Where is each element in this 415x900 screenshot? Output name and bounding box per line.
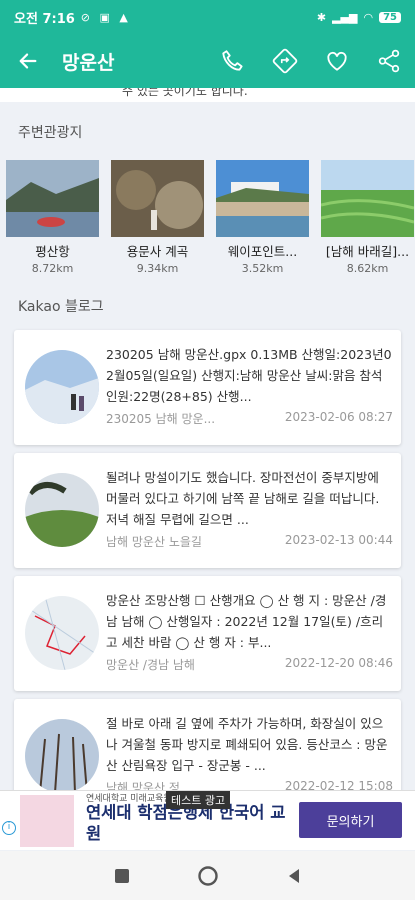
blog-post-card[interactable]: 망운산 조망산행 ☐ 산행개요 ◯ 산 행 지 : 망운산 /경남 남해 ◯ 산… (14, 576, 401, 691)
blog-post-card[interactable]: 230205 남해 망운산.gpx 0.13MB 산행일:2023년02월05일… (14, 330, 401, 445)
share-button[interactable] (363, 34, 415, 88)
blog-post-meta: 망운산 /경남 남해 2022-12-20 08:46 (106, 656, 393, 673)
place-name: [남해 바래길]... (325, 244, 410, 259)
place-name: 웨이포인트... (227, 244, 298, 259)
place-thumbnail (321, 160, 414, 237)
status-right: ✱ ▂▄▆ ◠ 75 (317, 11, 401, 24)
home-icon[interactable] (197, 865, 219, 887)
directions-icon (272, 48, 298, 74)
place-distance: 8.72km (31, 262, 74, 275)
share-icon (378, 49, 400, 73)
heart-icon (327, 51, 347, 71)
blog-thumbnail (25, 473, 99, 547)
blog-post-text: 망운산 조망산행 ☐ 산행개요 ◯ 산 행 지 : 망운산 /경남 남해 ◯ 산… (106, 593, 387, 650)
system-nav-bar (0, 851, 415, 900)
directions-button[interactable] (259, 34, 311, 88)
ad-banner[interactable]: i 연세대학교 미래교육원 연세대 학점은행제 한국어 교원 테스트 광고 문의… (0, 790, 415, 850)
status-time: 오전 7:16 (14, 11, 75, 27)
signal-icon: ▂▄▆ (332, 10, 358, 24)
place-thumbnail (216, 160, 309, 237)
favorite-button[interactable] (311, 34, 363, 88)
blog-post-meta: 230205 남해 망운... 2023-02-06 08:27 (106, 410, 393, 427)
place-name: 용문사 계곡 (126, 244, 189, 259)
blog-post-date: 2023-02-06 08:27 (284, 410, 393, 424)
call-button[interactable] (207, 34, 259, 88)
blog-section-title: Kakao 블로그 (18, 299, 104, 315)
back-nav-icon[interactable] (285, 867, 303, 885)
place-distance: 8.62km (346, 262, 389, 275)
status-bar: 오전 7:16 ⊘ ▣ ▲ ✱ ▂▄▆ ◠ 75 (0, 0, 415, 34)
ad-test-label: 테스트 광고 (166, 791, 231, 809)
place-distance: 3.52km (241, 262, 284, 275)
blog-thumbnail (25, 350, 99, 424)
ad-image (20, 795, 74, 847)
blog-thumbnail (25, 596, 99, 670)
nearby-section-title: 주변관광지 (18, 125, 83, 141)
blog-post-source: 230205 남해 망운... (106, 412, 216, 426)
place-thumbnail (6, 160, 99, 237)
blog-post-source: 망운산 /경남 남해 (106, 658, 195, 672)
blog-post-text: 될려나 망설이기도 했습니다. 장마전선이 중부지방에 머물러 있다고 하기에 … (106, 470, 380, 527)
phone-icon (222, 50, 243, 71)
nearby-place-card[interactable]: 평산항 8.72km (6, 160, 99, 278)
place-name: 평산항 (35, 244, 70, 259)
blog-post-card[interactable]: 될려나 망설이기도 했습니다. 장마전선이 중부지방에 머물러 있다고 하기에 … (14, 453, 401, 568)
nearby-place-card[interactable]: 웨이포인트... 3.52km (216, 160, 309, 278)
blog-post-date: 2023-02-13 00:44 (284, 533, 393, 547)
place-distance: 9.34km (136, 262, 179, 275)
blog-thumbnail (25, 719, 99, 793)
blog-post-meta: 남해 망운산 노을길 2023-02-13 00:44 (106, 533, 393, 550)
battery-icon: 75 (379, 11, 401, 23)
bluetooth-icon: ✱ (316, 10, 327, 24)
back-button[interactable] (0, 34, 56, 88)
blog-post-text: 230205 남해 망운산.gpx 0.13MB 산행일:2023년02월05일… (106, 347, 392, 404)
ad-cta-button[interactable]: 문의하기 (299, 802, 402, 838)
blog-post-date: 2022-12-20 08:46 (284, 656, 393, 670)
place-thumbnail (111, 160, 204, 237)
nearby-place-card[interactable]: 용문사 계곡 9.34km (111, 160, 204, 278)
wifi-icon: ◠ (363, 10, 374, 24)
app-bar: 망운산 (0, 34, 415, 88)
arrow-left-icon (19, 53, 37, 69)
nearby-place-card[interactable]: [남해 바래길]... 8.62km (321, 160, 414, 278)
blog-post-source: 남해 망운산 노을길 (106, 535, 202, 549)
ad-info-icon[interactable]: i (2, 821, 16, 835)
page-title: 망운산 (62, 51, 115, 74)
nearby-places-list: 평산항 8.72km 용문사 계곡 9.34km 웨이포인트... 3.52km… (6, 160, 415, 278)
previous-section-text: 수 있는 곳이기도 합니다. (0, 88, 415, 102)
notification-icons: ⊘ ▣ ▲ (80, 10, 131, 24)
recents-icon[interactable] (113, 867, 131, 885)
blog-post-text: 절 바로 아래 길 옆에 주차가 가능하며, 화장실이 있으나 겨울철 동파 방… (106, 716, 388, 773)
